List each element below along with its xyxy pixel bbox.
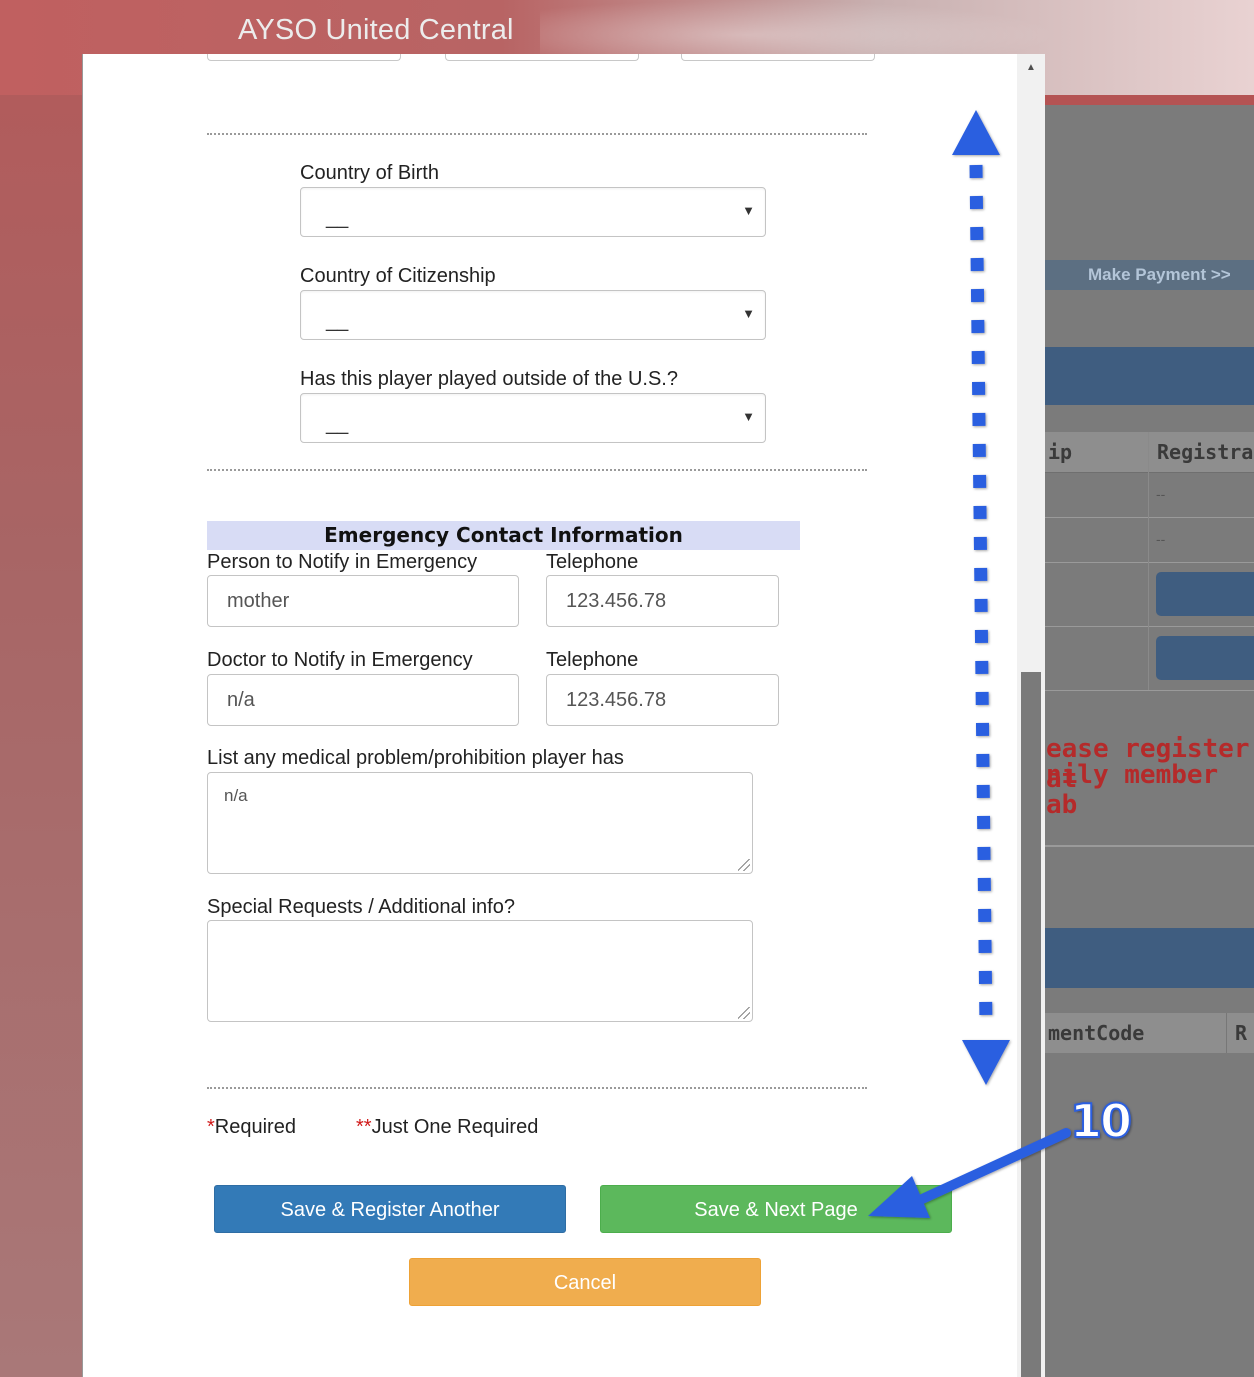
section-bar xyxy=(1044,928,1254,988)
scroll-thumb[interactable] xyxy=(1021,672,1041,1377)
person-phone-input[interactable]: 123.456.78 xyxy=(546,575,779,627)
resize-grip-icon[interactable] xyxy=(738,1007,750,1019)
cancel-button[interactable]: Cancel xyxy=(409,1258,761,1306)
medical-label: List any medical problem/prohibition pla… xyxy=(207,747,624,769)
notice-text: nily member ab xyxy=(1046,760,1219,820)
table-header-cell: mentCode xyxy=(1048,1021,1145,1045)
select-value: __ xyxy=(326,310,349,332)
section-bar xyxy=(1044,347,1254,405)
required-text: Just One Required xyxy=(371,1116,539,1138)
doctor-phone-label: Telephone xyxy=(546,649,639,671)
table-divider xyxy=(1148,432,1149,690)
table-cell: -- xyxy=(1156,486,1166,502)
table-cell: -- xyxy=(1156,531,1166,547)
required-star: ** xyxy=(356,1116,372,1138)
played-outside-select[interactable]: __ ▼ xyxy=(300,393,766,443)
dropdown-arrow-icon: ▼ xyxy=(742,409,755,424)
modal-scrollbar[interactable]: ▲ xyxy=(1017,54,1045,1377)
header-divider xyxy=(1044,95,1254,105)
person-notify-label: Person to Notify in Emergency xyxy=(207,551,478,573)
textarea-value: n/a xyxy=(224,786,248,805)
registration-modal: Country of Birth __ ▼ Country of Citizen… xyxy=(82,54,1045,1377)
table-button[interactable] xyxy=(1156,572,1254,616)
special-requests-label: Special Requests / Additional info? xyxy=(207,896,515,918)
registration-table: ip Registra -- -- xyxy=(1044,432,1254,691)
dotted-divider xyxy=(207,469,867,471)
make-payment-tab[interactable]: Make Payment >> xyxy=(1044,260,1254,290)
country-birth-label: Country of Birth xyxy=(300,162,439,184)
site-title: AYSO United Central xyxy=(238,14,514,46)
table-row xyxy=(1044,517,1254,563)
emergency-section-title: Emergency Contact Information xyxy=(207,521,800,550)
table-row xyxy=(1044,472,1254,518)
dropdown-arrow-icon: ▼ xyxy=(742,203,755,218)
tab-edge xyxy=(445,54,639,61)
select-value: __ xyxy=(326,413,349,435)
medical-textarea[interactable]: n/a xyxy=(207,772,753,874)
country-birth-select[interactable]: __ ▼ xyxy=(300,187,766,237)
scroll-up-arrow-icon[interactable]: ▲ xyxy=(1017,62,1045,78)
table-header-cell: R xyxy=(1226,1013,1247,1053)
person-phone-label: Telephone xyxy=(546,551,639,573)
country-citizenship-label: Country of Citizenship xyxy=(300,265,496,287)
tab-edge xyxy=(681,54,875,61)
step-number-badge: 10 xyxy=(1069,1093,1133,1149)
save-next-page-button[interactable]: Save & Next Page xyxy=(600,1185,952,1233)
person-notify-input[interactable]: mother xyxy=(207,575,519,627)
payment-code-header: mentCode R xyxy=(1044,1013,1254,1053)
doctor-notify-label: Doctor to Notify in Emergency xyxy=(207,649,473,671)
resize-grip-icon[interactable] xyxy=(738,859,750,871)
divider xyxy=(1044,845,1254,847)
required-text: Required xyxy=(214,1116,296,1138)
dotted-divider xyxy=(207,133,867,135)
table-header-cell: ip xyxy=(1044,432,1152,473)
one-required-legend: **Just One Required xyxy=(356,1116,538,1139)
table-header-cell: Registra xyxy=(1148,432,1254,473)
select-value: __ xyxy=(326,207,349,229)
save-register-another-button[interactable]: Save & Register Another xyxy=(214,1185,566,1233)
table-button[interactable] xyxy=(1156,636,1254,680)
played-outside-label: Has this player played outside of the U.… xyxy=(300,368,678,390)
country-citizenship-select[interactable]: __ ▼ xyxy=(300,290,766,340)
dotted-divider xyxy=(207,1087,867,1089)
required-legend: *Required xyxy=(207,1116,296,1139)
required-star: * xyxy=(207,1116,215,1138)
doctor-notify-input[interactable]: n/a xyxy=(207,674,519,726)
doctor-phone-input[interactable]: 123.456.78 xyxy=(546,674,779,726)
dropdown-arrow-icon: ▼ xyxy=(742,306,755,321)
tab-edge xyxy=(207,54,401,61)
special-requests-textarea[interactable] xyxy=(207,920,753,1022)
